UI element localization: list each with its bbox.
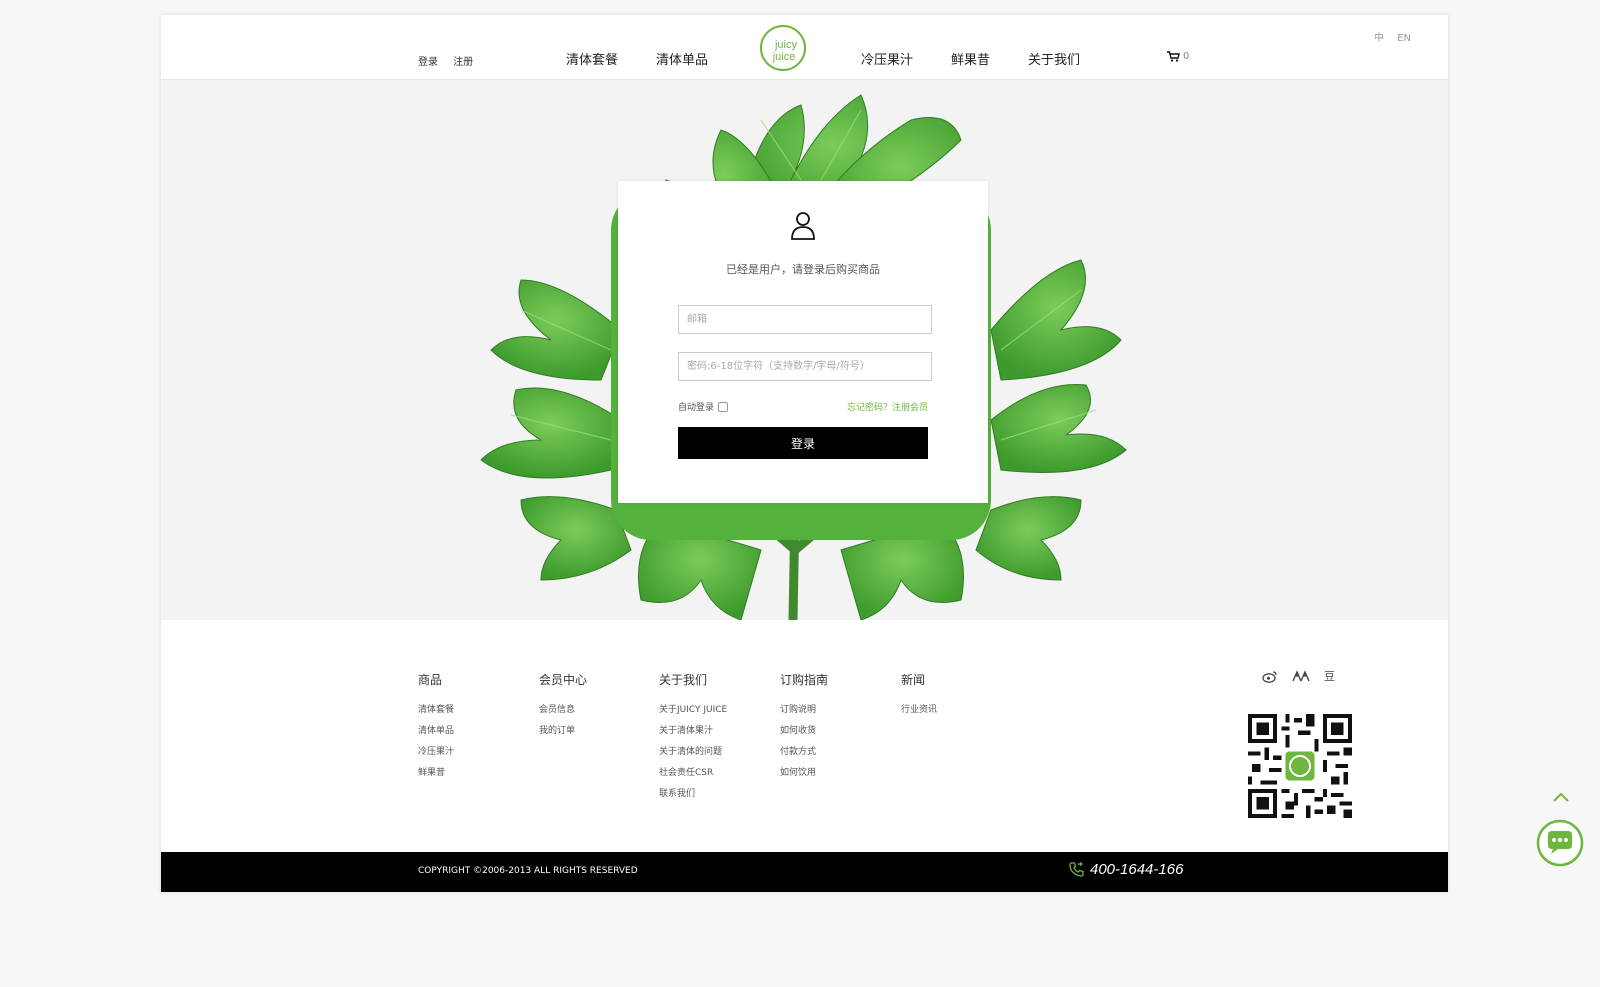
footer-link[interactable]: 如何饮用 [780, 765, 828, 778]
footer-link[interactable]: 行业资讯 [901, 702, 937, 715]
logo-text-juice: juice [772, 51, 796, 63]
language-switch: 中 EN [1364, 29, 1411, 44]
remember-me: 自动登录 [678, 400, 729, 413]
footer-column-title: 关于我们 [659, 673, 708, 687]
remember-label: 自动登录 [678, 403, 715, 413]
footer-link[interactable]: 联系我们 [659, 786, 727, 799]
juicy-juice-logo[interactable]: juicy juice [759, 24, 807, 72]
footer-column-title: 商品 [418, 673, 443, 687]
email-input[interactable] [678, 305, 932, 334]
site-header: 登录 注册 清体套餐 清体单品 juicy juice 冷压果汁 鲜果昔 关于我… [161, 15, 1448, 80]
phone-icon [1069, 862, 1084, 877]
footer-column-products: 商品 清体套餐 清体单品 冷压果汁 鲜果昔 [418, 671, 454, 786]
footer-link[interactable]: 我的订单 [539, 723, 587, 736]
footer-link[interactable]: 清体套餐 [418, 702, 454, 715]
chat-icon[interactable] [1536, 819, 1584, 867]
footer-link[interactable]: 社会责任CSR [659, 765, 727, 778]
footer-column-guide: 订购指南 订购说明 如何收货 付款方式 如何饮用 [780, 671, 828, 786]
footer-link[interactable]: 鲜果昔 [418, 765, 454, 778]
footer-column-about: 关于我们 关于JUICY JUICE 关于清体果汁 关于清体的问题 社会责任CS… [659, 671, 727, 807]
nav-item-cleanse-packages[interactable]: 清体套餐 [566, 49, 618, 68]
social-links: 豆 [1262, 668, 1335, 684]
footer-column-title: 订购指南 [780, 673, 829, 687]
footer-link[interactable]: 会员信息 [539, 702, 587, 715]
forgot-register-link[interactable]: 忘记密码？注册会员 [847, 400, 928, 413]
copyright-text: COPYRIGHT ©2006-2013 ALL RIGHTS RESERVED [418, 866, 638, 876]
footer-link[interactable]: 关于清体果汁 [659, 723, 727, 736]
footer-link[interactable]: 付款方式 [780, 744, 828, 757]
footer-column-title: 新闻 [901, 673, 926, 687]
footer-column-news: 新闻 行业资讯 [901, 671, 937, 723]
remember-checkbox[interactable] [718, 401, 729, 412]
footer-link[interactable]: 清体单品 [418, 723, 454, 736]
footer-column-title: 会员中心 [539, 673, 588, 687]
logo-text-juicy: juicy [774, 39, 798, 51]
footer-link[interactable]: 关于清体的问题 [659, 744, 727, 757]
footer-column-member: 会员中心 会员信息 我的订单 [539, 671, 587, 744]
footer-link[interactable]: 订购说明 [780, 702, 828, 715]
login-card: 已经是用户，请登录后购买商品 自动登录 忘记密码？注册会员 登录 [618, 181, 988, 503]
password-input[interactable] [678, 352, 932, 381]
nav-item-cold-pressed[interactable]: 冷压果汁 [861, 49, 913, 68]
nav-item-about-us[interactable]: 关于我们 [1028, 49, 1080, 68]
lang-zh[interactable]: 中 [1374, 33, 1384, 44]
douban-link[interactable]: 豆 [1324, 668, 1335, 684]
renren-icon[interactable] [1292, 670, 1310, 682]
login-button[interactable]: 登录 [678, 427, 928, 459]
cart-count: 0 [1183, 51, 1190, 62]
qr-code [1248, 714, 1352, 818]
register-link[interactable]: 注册 [453, 57, 473, 68]
back-to-top-icon[interactable] [1551, 790, 1571, 804]
auth-links: 登录 注册 [418, 53, 485, 68]
page-frame: 登录 注册 清体套餐 清体单品 juicy juice 冷压果汁 鲜果昔 关于我… [161, 15, 1584, 892]
nav-item-smoothies[interactable]: 鲜果昔 [951, 49, 990, 68]
footer-link[interactable]: 冷压果汁 [418, 744, 454, 757]
user-icon [791, 212, 815, 240]
cart-button[interactable]: 0 [1167, 51, 1189, 62]
phone-number: 400-1644-166 [1090, 861, 1184, 878]
lang-en[interactable]: EN [1397, 33, 1411, 44]
login-link[interactable]: 登录 [418, 57, 438, 68]
footer-link[interactable]: 关于JUICY JUICE [659, 702, 727, 715]
cart-icon [1167, 51, 1180, 62]
footer-bar: COPYRIGHT ©2006-2013 ALL RIGHTS RESERVED… [161, 852, 1448, 892]
login-hint: 已经是用户，请登录后购买商品 [726, 263, 880, 276]
nav-item-cleanse-singles[interactable]: 清体单品 [656, 49, 708, 68]
hotline: 400-1644-166 [1069, 861, 1183, 878]
weibo-icon[interactable] [1262, 670, 1278, 683]
footer-link[interactable]: 如何收货 [780, 723, 828, 736]
